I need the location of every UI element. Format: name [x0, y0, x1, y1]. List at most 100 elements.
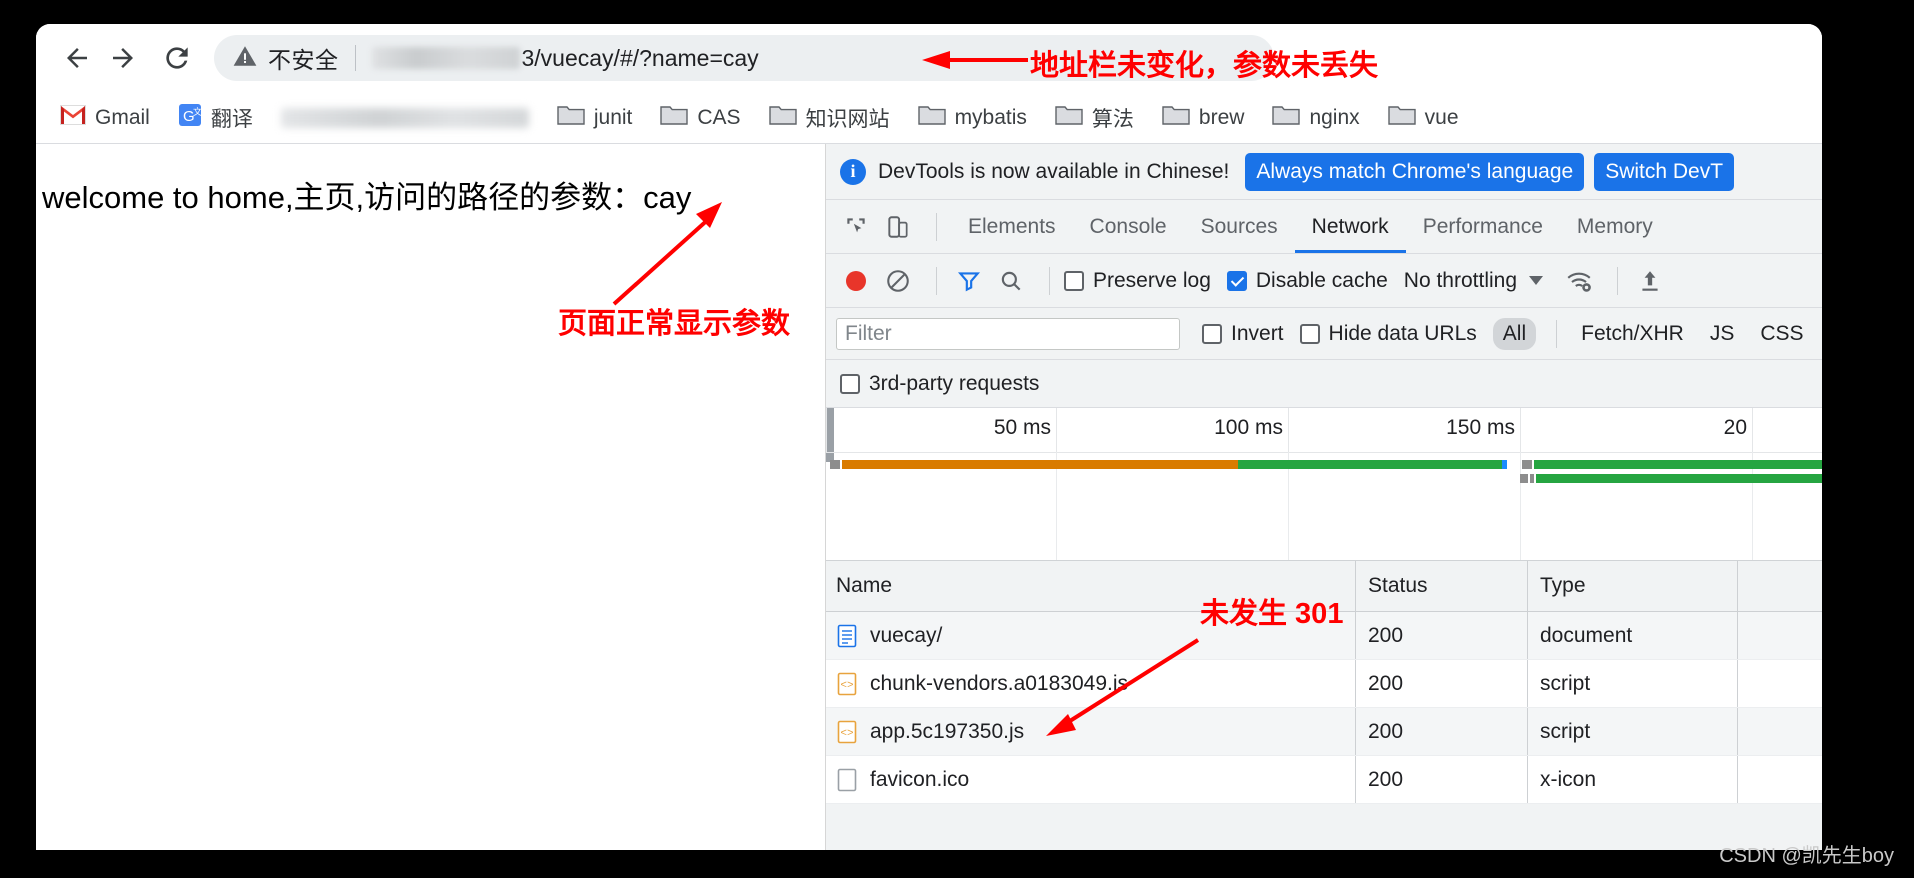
table-row[interactable]: <> app.5c197350.js 200 script — [826, 708, 1822, 756]
content-area: welcome to home,主页,访问的路径的参数：cay i DevToo… — [36, 144, 1822, 850]
svg-text:<>: <> — [840, 728, 853, 740]
devtools-tabbar: Elements Console Sources Network Perform… — [826, 200, 1822, 254]
bookmark-label: CAS — [697, 105, 741, 129]
watermark: CSDN @凯先生boy — [1719, 845, 1894, 867]
request-type: x-icon — [1540, 767, 1597, 791]
request-type: script — [1540, 719, 1591, 743]
reload-icon — [161, 42, 193, 74]
folder-icon — [917, 104, 946, 131]
bookmark-folder-junit[interactable]: junit — [557, 104, 633, 131]
document-icon — [836, 624, 858, 648]
bookmark-gmail[interactable]: Gmail — [60, 105, 150, 130]
throttling-value[interactable]: No throttling — [1404, 269, 1517, 293]
tab-sources[interactable]: Sources — [1184, 200, 1295, 253]
network-overview[interactable]: 50 ms 100 ms 150 ms 20 — [826, 408, 1822, 561]
browser-window: 不安全 3/vuecay/#/?name=cay Gmail G 文 翻译 ju… — [36, 24, 1822, 850]
filter-type-css[interactable]: CSS — [1750, 318, 1813, 350]
tabbar-divider — [936, 212, 937, 241]
request-status: 200 — [1368, 719, 1404, 743]
upload-icon[interactable] — [1632, 263, 1668, 299]
device-toolbar-icon[interactable] — [880, 209, 916, 245]
wifi-settings-icon[interactable] — [1561, 263, 1597, 299]
bookmark-label: 知识网站 — [805, 107, 890, 131]
request-status: 200 — [1368, 767, 1404, 791]
filter-type-fetch-xhr[interactable]: Fetch/XHR — [1571, 318, 1694, 350]
forward-button[interactable] — [100, 35, 146, 81]
disable-cache-checkbox[interactable]: Disable cache — [1226, 269, 1404, 293]
network-toolbar: Preserve log Disable cache No throttling — [826, 254, 1822, 308]
script-icon: <> — [836, 720, 858, 744]
invert-checkbox[interactable]: Invert — [1202, 322, 1300, 346]
filter-type-all[interactable]: All — [1492, 317, 1537, 350]
bookmark-translate[interactable]: G 文 翻译 — [178, 103, 253, 133]
security-label: 不安全 — [268, 47, 339, 73]
back-button[interactable] — [54, 35, 100, 81]
folder-icon — [1055, 104, 1083, 131]
toolbar-divider-2 — [1049, 266, 1050, 295]
bookmark-folder-knowledge[interactable]: 知识网站 — [768, 103, 890, 133]
bookmark-label: 算法 — [1091, 107, 1134, 131]
column-header-type[interactable]: Type — [1540, 574, 1586, 598]
tab-memory[interactable]: Memory — [1560, 200, 1670, 253]
tab-performance[interactable]: Performance — [1406, 200, 1560, 253]
bookmark-folder-nginx[interactable]: nginx — [1272, 104, 1360, 131]
tab-elements[interactable]: Elements — [951, 200, 1073, 253]
tick-label: 20 — [1723, 416, 1747, 439]
request-type: document — [1540, 623, 1633, 647]
hide-data-urls-checkbox[interactable]: Hide data URLs — [1299, 322, 1493, 346]
warning-triangle-icon — [232, 43, 258, 74]
bookmark-label: brew — [1198, 105, 1245, 129]
bookmark-folder-cas[interactable]: CAS — [660, 104, 741, 131]
svg-text:<>: <> — [840, 680, 853, 692]
page-viewport: welcome to home,主页,访问的路径的参数：cay — [36, 144, 826, 850]
bookmark-folder-brew[interactable]: brew — [1162, 104, 1245, 131]
bookmark-label: nginx — [1309, 105, 1360, 129]
bookmark-folder-algorithm[interactable]: 算法 — [1055, 103, 1134, 133]
request-name: vuecay/ — [870, 623, 943, 647]
tab-network[interactable]: Network — [1294, 200, 1406, 253]
request-name: chunk-vendors.a0183049.js — [870, 671, 1129, 695]
network-filter-bar: Invert Hide data URLs All Fetch/XHR JS C… — [826, 308, 1822, 360]
switch-devtools-language-button[interactable]: Switch DevT — [1594, 152, 1735, 191]
record-icon[interactable] — [838, 263, 874, 299]
always-match-language-button[interactable]: Always match Chrome's language — [1245, 152, 1585, 191]
third-party-requests-label: 3rd-party requests — [869, 371, 1040, 395]
filter-divider — [1556, 319, 1558, 348]
info-icon: i — [840, 158, 866, 185]
bookmark-folder-vue[interactable]: vue — [1387, 104, 1459, 131]
filter-icon[interactable] — [951, 263, 987, 299]
checkbox-box — [1064, 270, 1084, 291]
filter-input[interactable] — [836, 317, 1180, 350]
preserve-log-label: Preserve log — [1093, 268, 1211, 292]
checkbox-box — [1202, 323, 1222, 344]
third-party-requests-checkbox[interactable]: 3rd-party requests — [840, 372, 1055, 396]
request-status: 200 — [1368, 671, 1404, 695]
request-type: script — [1540, 671, 1591, 695]
filter-type-js[interactable]: JS — [1700, 318, 1745, 350]
column-header-name[interactable]: Name — [836, 574, 892, 598]
gmail-icon — [60, 105, 86, 130]
column-header-status[interactable]: Status — [1368, 574, 1428, 598]
chevron-down-icon[interactable] — [1529, 276, 1544, 285]
arrow-right-icon — [108, 43, 138, 73]
toolbar-divider-1 — [936, 266, 937, 295]
search-icon[interactable] — [993, 263, 1029, 299]
banner-message: DevTools is now available in Chinese! — [878, 159, 1230, 183]
reload-button[interactable] — [154, 35, 200, 81]
bookmark-label: Gmail — [95, 105, 150, 129]
preserve-log-checkbox[interactable]: Preserve log — [1064, 269, 1227, 293]
bookmark-label: junit — [593, 105, 633, 129]
table-row[interactable]: <> chunk-vendors.a0183049.js 200 script — [826, 660, 1822, 708]
bookmark-folder-mybatis[interactable]: mybatis — [917, 104, 1027, 131]
tab-console[interactable]: Console — [1073, 200, 1184, 253]
toolbar-divider-3 — [1617, 266, 1619, 295]
checkbox-box — [1299, 323, 1320, 344]
table-row[interactable]: favicon.ico 200 x-icon — [826, 756, 1822, 804]
third-party-requests-row: 3rd-party requests — [826, 360, 1822, 408]
folder-icon — [557, 104, 585, 131]
url-path: 3/vuecay/#/?name=cay — [521, 44, 759, 71]
clear-icon[interactable] — [880, 263, 916, 299]
inspect-element-icon[interactable] — [838, 209, 874, 245]
folder-icon — [1387, 104, 1416, 131]
bookmark-label: mybatis — [954, 105, 1027, 129]
